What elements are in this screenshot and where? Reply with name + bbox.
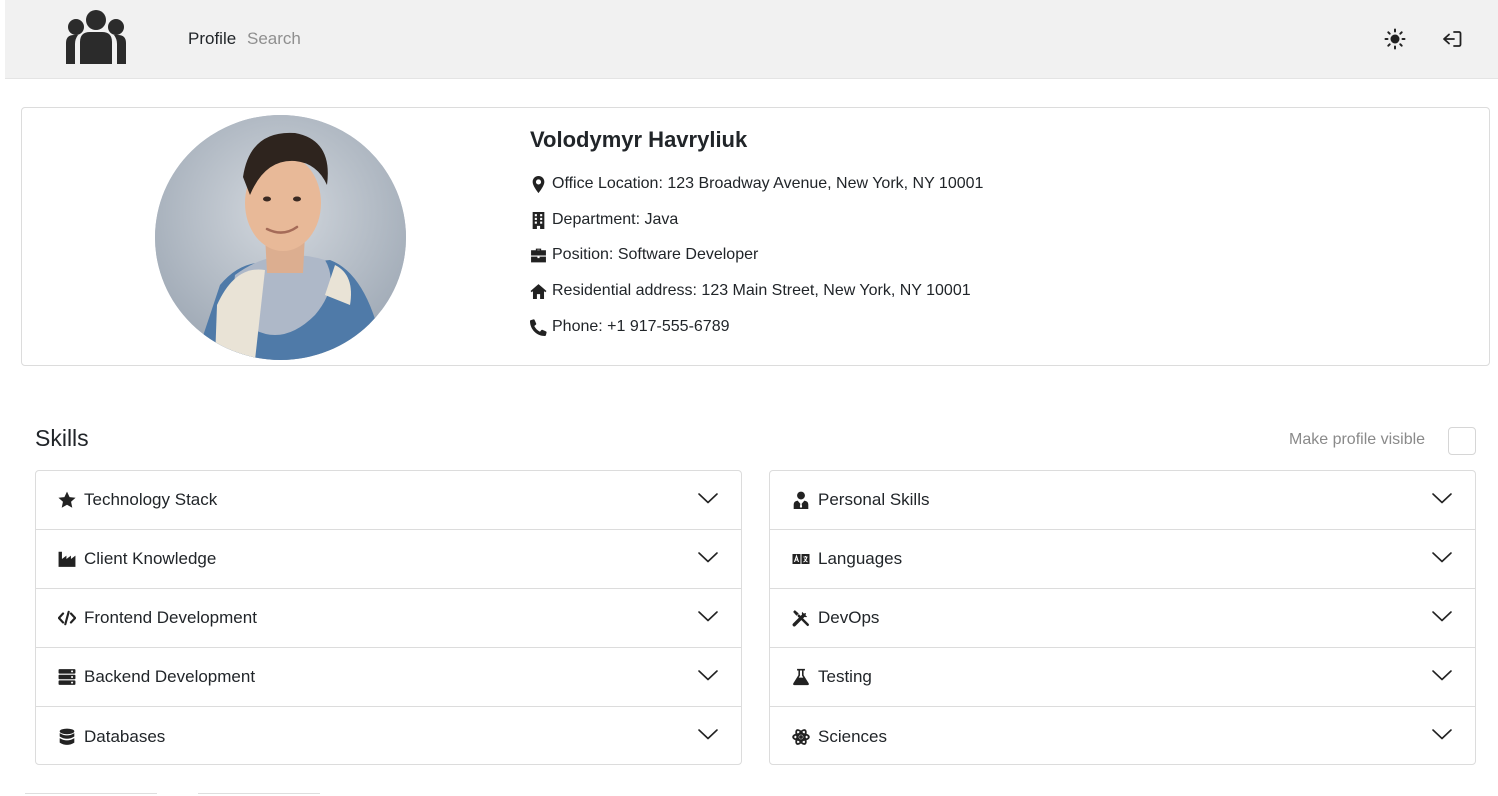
chevron-down-icon (1432, 552, 1452, 563)
department-row: Department: Java (530, 211, 678, 229)
chevron-down-icon (698, 670, 718, 681)
server-icon (58, 668, 76, 686)
residential-address-row: Residential address: 123 Main Street, Ne… (530, 282, 971, 300)
accordion-label: Frontend Development (84, 608, 257, 627)
office-location-row: Office Location: 123 Broadway Avenue, Ne… (530, 175, 983, 193)
map-marker-icon (532, 175, 545, 193)
phone-row: Phone: +1 917-555-6789 (530, 318, 729, 336)
user-tie-icon (792, 491, 810, 509)
nav-profile-link[interactable]: Profile (188, 29, 236, 49)
chevron-down-icon (1432, 729, 1452, 740)
accordion-label: Languages (818, 549, 903, 568)
accordion-label: Technology Stack (84, 490, 218, 509)
accordion-frontend-development[interactable]: Frontend Development (36, 589, 741, 648)
database-icon (58, 728, 76, 746)
phone-icon (530, 318, 547, 336)
chevron-down-icon (1432, 493, 1452, 504)
accordion-label: Sciences (818, 726, 887, 746)
briefcase-icon (531, 248, 546, 262)
accordion-label: Personal Skills (818, 490, 930, 509)
code-icon (58, 609, 76, 627)
accordion-client-knowledge[interactable]: Client Knowledge (36, 530, 741, 589)
make-profile-visible-checkbox[interactable] (1448, 427, 1476, 455)
chevron-down-icon (698, 729, 718, 740)
accordion-label: Client Knowledge (84, 549, 217, 568)
skills-accordion-right: Personal Skills Languages DevOps Testing… (769, 470, 1476, 765)
accordion-testing[interactable]: Testing (770, 648, 1475, 707)
phone-text: Phone: +1 917-555-6789 (552, 318, 730, 335)
building-icon (532, 211, 545, 229)
industry-icon (58, 550, 76, 568)
office-location-text: Office Location: 123 Broadway Avenue, Ne… (552, 175, 984, 192)
chevron-down-icon (698, 552, 718, 563)
chevron-down-icon (1432, 611, 1452, 622)
accordion-devops[interactable]: DevOps (770, 589, 1475, 648)
make-profile-visible-label: Make profile visible (1289, 431, 1426, 448)
top-navbar: Profile (5, 0, 1498, 79)
accordion-label: Testing (818, 667, 872, 686)
accordion-backend-development[interactable]: Backend Development (36, 648, 741, 707)
accordion-label: Databases (84, 726, 166, 746)
chevron-down-icon (698, 493, 718, 504)
department-text: Department: Java (552, 211, 679, 228)
atom-icon (792, 728, 810, 746)
tools-icon (792, 609, 810, 627)
search-input[interactable] (247, 27, 407, 51)
residential-address-text: Residential address: 123 Main Street, Ne… (552, 282, 971, 299)
chevron-down-icon (698, 611, 718, 622)
chevron-down-icon (1432, 670, 1452, 681)
accordion-sciences[interactable]: Sciences (770, 707, 1475, 764)
flask-icon (792, 668, 810, 686)
accordion-languages[interactable]: Languages (770, 530, 1475, 589)
profile-card: Volodymyr Havryliuk Office Location: 123… (21, 107, 1490, 366)
position-row: Position: Software Developer (530, 246, 758, 264)
star-icon (58, 491, 76, 509)
language-icon (792, 550, 810, 568)
accordion-label: DevOps (818, 608, 880, 627)
profile-name: Volodymyr Havryliuk (530, 127, 748, 152)
user-photo (155, 115, 406, 360)
users-group-icon[interactable] (63, 10, 129, 64)
position-text: Position: Software Developer (552, 246, 759, 263)
accordion-technology-stack[interactable]: Technology Stack (36, 471, 741, 530)
skills-title: Skills (35, 425, 89, 451)
accordion-databases[interactable]: Databases (36, 707, 741, 764)
sun-icon[interactable] (1384, 28, 1406, 50)
sign-out-icon[interactable] (1441, 28, 1463, 50)
accordion-personal-skills[interactable]: Personal Skills (770, 471, 1475, 530)
home-icon (530, 283, 547, 299)
skills-accordion-left: Technology Stack Client Knowledge Fronte… (35, 470, 742, 765)
accordion-label: Backend Development (84, 667, 256, 686)
